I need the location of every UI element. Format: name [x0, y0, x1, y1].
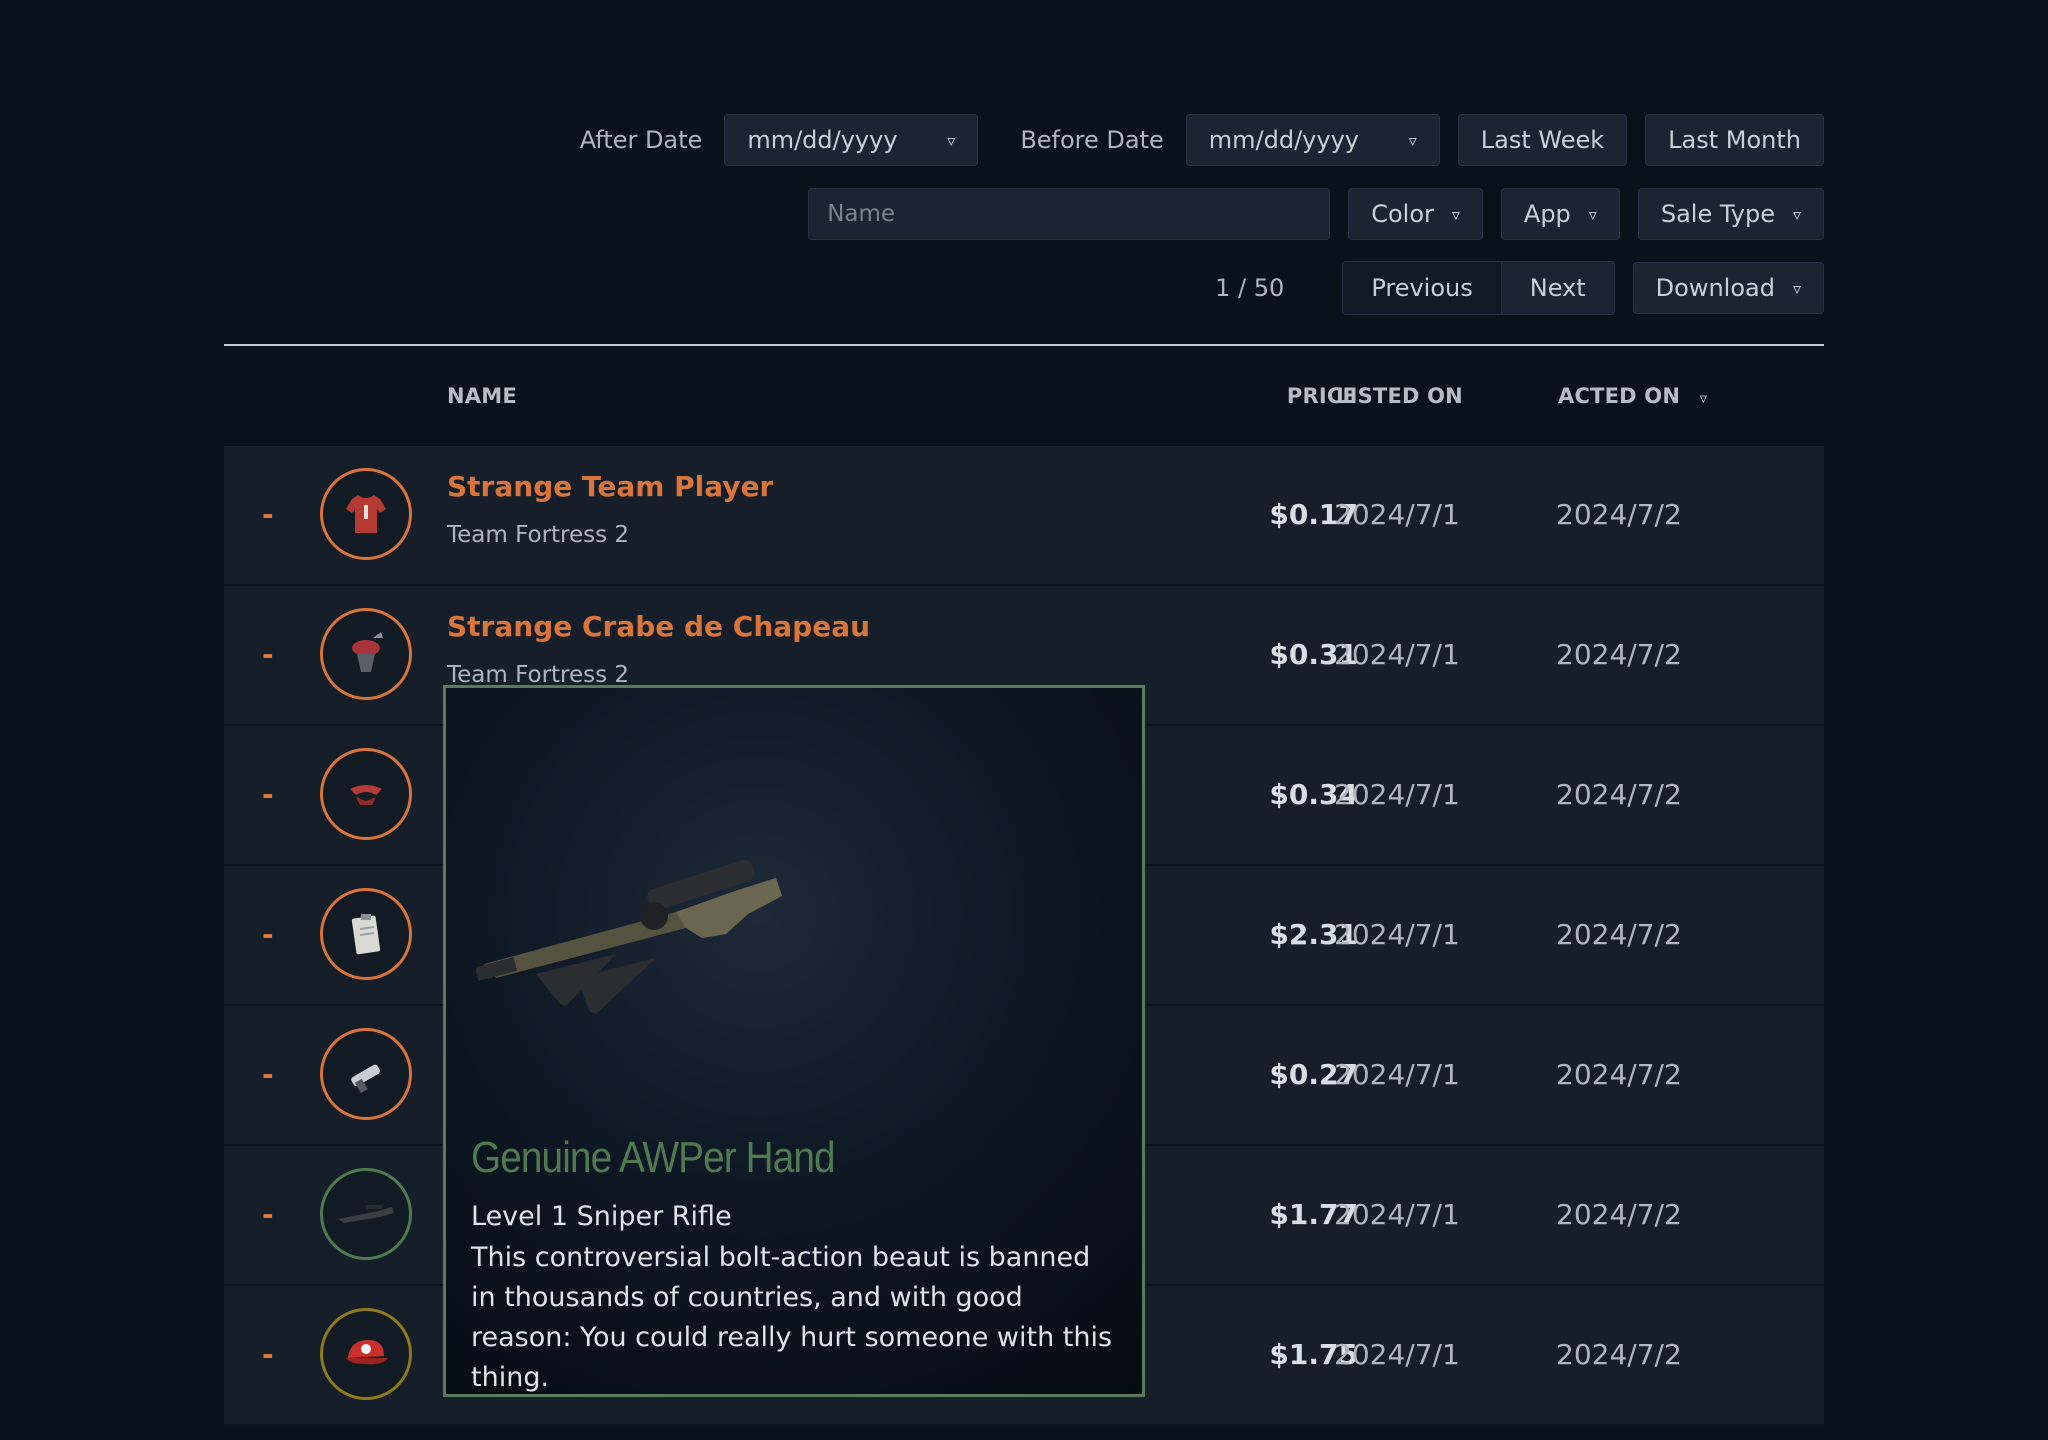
item-thumbnail[interactable] [320, 748, 412, 840]
color-dropdown[interactable]: Color ▿ [1348, 188, 1483, 240]
pager-buttons: Previous Next [1342, 261, 1615, 315]
item-thumbnail[interactable] [320, 468, 412, 560]
app-dropdown-label: App [1523, 200, 1571, 228]
row-marker: - [262, 778, 274, 811]
name-search-input[interactable] [808, 188, 1331, 240]
after-date-placeholder: mm/dd/yyyy [747, 126, 898, 154]
red-cap-icon [346, 1340, 388, 1365]
next-button[interactable]: Next [1501, 262, 1614, 314]
row-marker: - [262, 918, 274, 951]
row-marker: - [262, 498, 274, 531]
color-dropdown-label: Color [1371, 200, 1434, 228]
before-date-label: Before Date [1020, 126, 1164, 154]
sale-type-dropdown[interactable]: Sale Type ▿ [1637, 188, 1824, 240]
syringe-gun-icon [351, 1064, 381, 1094]
tooltip-description: This controversial bolt-action beaut is … [471, 1242, 1113, 1393]
sniper-rifle-icon [338, 1205, 394, 1223]
last-week-button[interactable]: Last Week [1457, 114, 1628, 166]
acted-on-date: 2024/7/2 [1556, 778, 1682, 811]
date-filter-row: After Date mm/dd/yyyy ▿ Before Date mm/d… [424, 113, 1824, 167]
page-indicator: 1 / 50 [1215, 274, 1285, 302]
sale-type-dropdown-label: Sale Type [1660, 200, 1775, 228]
red-shirt-icon [346, 495, 386, 533]
pagination-row: 1 / 50 Previous Next Download ▿ [424, 261, 1824, 315]
item-name[interactable]: Strange Crabe de Chapeau [447, 610, 870, 643]
red-ribbon-icon [350, 785, 382, 805]
crab-hat-icon [352, 632, 383, 672]
header-acted-on-label: ACTED ON [1558, 384, 1681, 408]
previous-button[interactable]: Previous [1343, 262, 1502, 314]
after-date-label: After Date [579, 126, 703, 154]
divider [224, 344, 1824, 346]
listed-on-date: 2024/7/1 [1334, 778, 1460, 811]
sniper-rifle-icon [476, 859, 782, 1014]
header-listed-on[interactable]: LISTED ON [1336, 384, 1463, 408]
item-thumbnail[interactable] [320, 1168, 412, 1260]
search-filter-row: Color ▿ App ▿ Sale Type ▿ [424, 187, 1824, 241]
table-header: NAME PRICE LISTED ON ACTED ON ▿ [224, 360, 1824, 446]
item-name[interactable]: Strange Team Player [447, 470, 773, 503]
row-marker: - [262, 1058, 274, 1091]
item-thumbnail[interactable] [320, 1028, 412, 1120]
listed-on-date: 2024/7/1 [1334, 498, 1460, 531]
acted-on-date: 2024/7/2 [1556, 638, 1682, 671]
row-marker: - [262, 1338, 274, 1371]
item-thumbnail[interactable] [320, 1308, 412, 1400]
filter-panel: After Date mm/dd/yyyy ▿ Before Date mm/d… [424, 113, 1824, 335]
download-label: Download [1655, 274, 1775, 302]
app-dropdown[interactable]: App ▿ [1500, 188, 1620, 240]
before-date-placeholder: mm/dd/yyyy [1208, 126, 1359, 154]
listed-on-date: 2024/7/1 [1334, 918, 1460, 951]
header-acted-on[interactable]: ACTED ON ▿ [1558, 384, 1707, 408]
acted-on-date: 2024/7/2 [1556, 1338, 1682, 1371]
header-name[interactable]: NAME [447, 384, 517, 408]
acted-on-date: 2024/7/2 [1556, 1198, 1682, 1231]
chevron-down-icon: ▿ [1792, 204, 1801, 224]
chevron-down-icon: ▿ [1588, 204, 1597, 224]
row-marker: - [262, 638, 274, 671]
acted-on-date: 2024/7/2 [1556, 498, 1682, 531]
chevron-down-icon: ▿ [1408, 130, 1417, 150]
acted-on-date: 2024/7/2 [1556, 918, 1682, 951]
after-date-input[interactable]: mm/dd/yyyy ▿ [724, 114, 979, 166]
chevron-down-icon: ▿ [947, 130, 956, 150]
chevron-down-icon: ▿ [1792, 278, 1801, 298]
row-marker: - [262, 1198, 274, 1231]
item-tooltip: Genuine AWPer Hand Level 1 Sniper Rifle … [443, 685, 1145, 1397]
item-thumbnail[interactable] [320, 608, 412, 700]
listed-on-date: 2024/7/1 [1334, 1198, 1460, 1231]
listed-on-date: 2024/7/1 [1334, 638, 1460, 671]
clipboard-icon [351, 914, 381, 955]
download-dropdown[interactable]: Download ▿ [1632, 262, 1824, 314]
tooltip-level: Level 1 Sniper Rifle [471, 1201, 732, 1232]
listed-on-date: 2024/7/1 [1334, 1058, 1460, 1091]
item-thumbnail[interactable] [320, 888, 412, 980]
listed-on-date: 2024/7/1 [1334, 1338, 1460, 1371]
table-row[interactable]: - Strange Team Player Team Fortress 2 $0… [224, 446, 1824, 586]
acted-on-date: 2024/7/2 [1556, 1058, 1682, 1091]
item-app: Team Fortress 2 [447, 522, 630, 548]
before-date-input[interactable]: mm/dd/yyyy ▿ [1185, 114, 1440, 166]
last-month-button[interactable]: Last Month [1645, 114, 1824, 166]
tooltip-title: Genuine AWPer Hand [471, 1133, 836, 1182]
sort-desc-icon: ▿ [1699, 389, 1708, 407]
chevron-down-icon: ▿ [1451, 204, 1460, 224]
